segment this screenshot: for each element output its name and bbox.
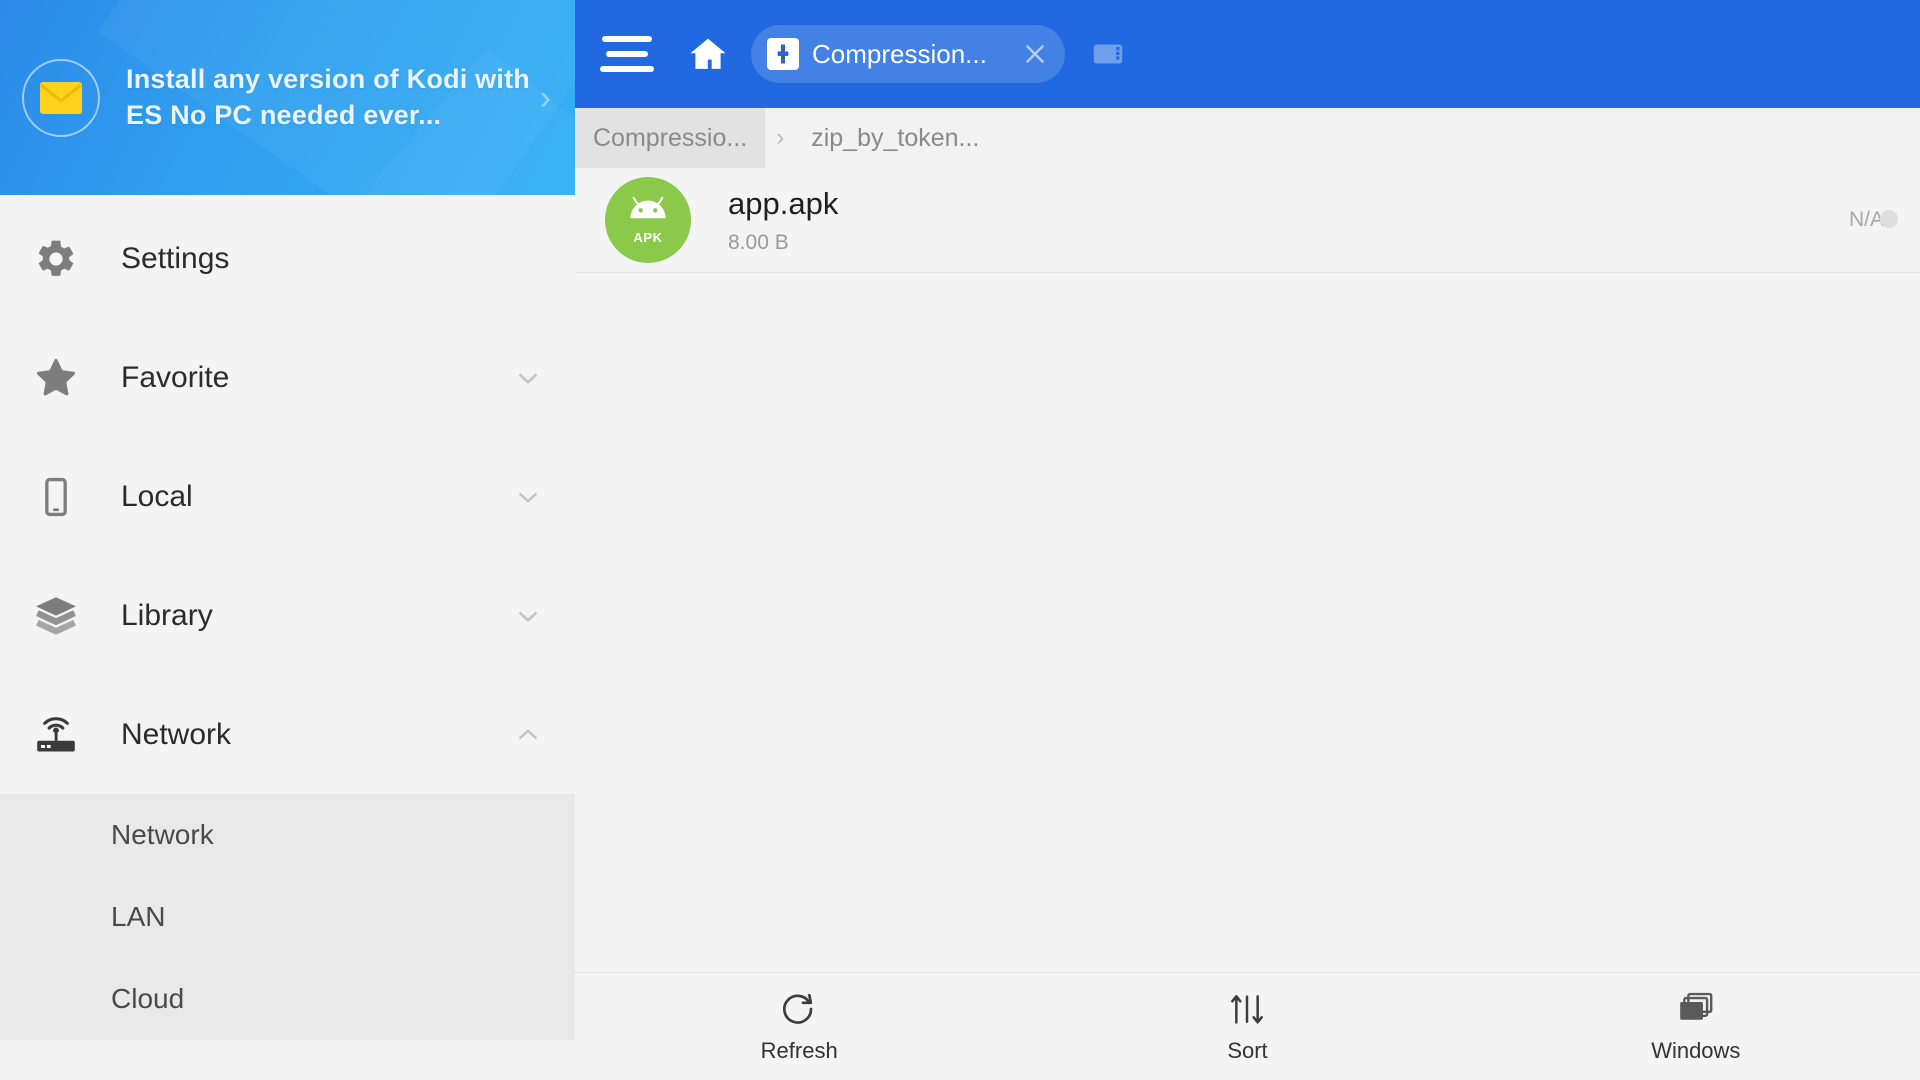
sort-button[interactable]: Sort [1023, 973, 1471, 1080]
breadcrumb-label: zip_by_token... [811, 123, 980, 152]
network-subitems: Network LAN Cloud [0, 794, 575, 1040]
tab-compression[interactable]: Compression... [751, 25, 1065, 83]
promo-banner[interactable]: Install any version of Kodi with ES No P… [0, 0, 575, 195]
sidebar-nav: Settings Favorite Local Library Network … [0, 195, 575, 1040]
refresh-label: Refresh [760, 1038, 838, 1063]
chevron-down-icon[interactable] [511, 480, 545, 514]
refresh-icon [779, 989, 819, 1029]
top-toolbar: Compression... [575, 0, 1920, 108]
close-icon[interactable] [1011, 30, 1059, 78]
windows-icon [1675, 989, 1717, 1029]
sidebar-subitem-cloud[interactable]: Cloud [0, 958, 575, 1040]
sidebar-item-favorite[interactable]: Favorite [0, 318, 575, 437]
sidebar-item-library[interactable]: Library [0, 556, 575, 675]
sidebar-subitem-label: Network [111, 819, 214, 850]
hamburger-line [602, 36, 652, 42]
breadcrumb-item-compression[interactable]: Compressio... [575, 108, 766, 168]
chevron-up-icon[interactable] [511, 718, 545, 752]
sidebar-subitem-network[interactable]: Network [0, 794, 575, 876]
tab-title: Compression... [812, 38, 987, 69]
gear-icon [32, 235, 80, 283]
file-name: app.apk [728, 185, 839, 221]
envelope-icon [22, 58, 100, 137]
chevron-right-icon[interactable]: › [540, 81, 551, 115]
file-row[interactable]: APK app.apk 8.00 B N/A [575, 168, 1920, 273]
windows-button[interactable]: Windows [1472, 973, 1920, 1080]
sidebar: Install any version of Kodi with ES No P… [0, 0, 575, 1080]
hamburger-line [600, 66, 654, 72]
main-panel: Compression... Compressio... › zip_by_to… [575, 0, 1920, 1080]
file-size: 8.00 B [728, 231, 789, 255]
windows-label: Windows [1651, 1038, 1741, 1063]
layers-icon [32, 592, 80, 640]
new-window-icon[interactable] [1081, 27, 1135, 81]
file-status-group: N/A [1849, 208, 1884, 232]
bottom-toolbar: Refresh Sort Windows [575, 972, 1920, 1080]
chevron-right-icon: › [776, 124, 785, 151]
breadcrumb-label: Compressio... [593, 123, 748, 152]
sort-icon [1227, 989, 1267, 1029]
sidebar-item-label: Favorite [121, 360, 230, 394]
sidebar-subitem-label: LAN [111, 901, 166, 932]
sidebar-item-network[interactable]: Network [0, 675, 575, 794]
chevron-down-icon[interactable] [511, 361, 545, 395]
sidebar-item-label: Settings [121, 241, 230, 275]
sidebar-item-label: Local [121, 479, 193, 513]
sidebar-item-label: Library [121, 598, 213, 632]
no-chevron [511, 242, 545, 276]
es-file-explorer-window: Install any version of Kodi with ES No P… [0, 0, 1920, 1080]
sidebar-subitem-lan[interactable]: LAN [0, 876, 575, 958]
home-icon[interactable] [681, 27, 735, 81]
hamburger-line [606, 51, 648, 57]
selection-indicator-icon[interactable] [1880, 210, 1898, 228]
chevron-down-icon[interactable] [511, 599, 545, 633]
compression-icon [767, 38, 799, 70]
hamburger-icon[interactable] [597, 26, 657, 82]
sidebar-item-settings[interactable]: Settings [0, 199, 575, 318]
apk-icon: APK [605, 177, 691, 263]
sidebar-item-label: Network [121, 717, 232, 751]
phone-icon [32, 473, 80, 521]
breadcrumb: Compressio... › zip_by_token... [575, 108, 1920, 168]
file-list: APK app.apk 8.00 B N/A [575, 168, 1920, 972]
refresh-button[interactable]: Refresh [575, 973, 1023, 1080]
router-icon [32, 711, 80, 759]
sidebar-subitem-label: Cloud [111, 983, 185, 1014]
file-status: N/A [1848, 208, 1884, 231]
sort-label: Sort [1227, 1038, 1268, 1063]
file-info: app.apk 8.00 B [728, 185, 1849, 255]
breadcrumb-item-zip[interactable]: zip_by_token... [795, 108, 995, 168]
apk-label: APK [633, 230, 663, 245]
promo-text: Install any version of Kodi with ES No P… [126, 63, 530, 130]
star-icon [32, 354, 80, 402]
sidebar-item-local[interactable]: Local [0, 437, 575, 556]
